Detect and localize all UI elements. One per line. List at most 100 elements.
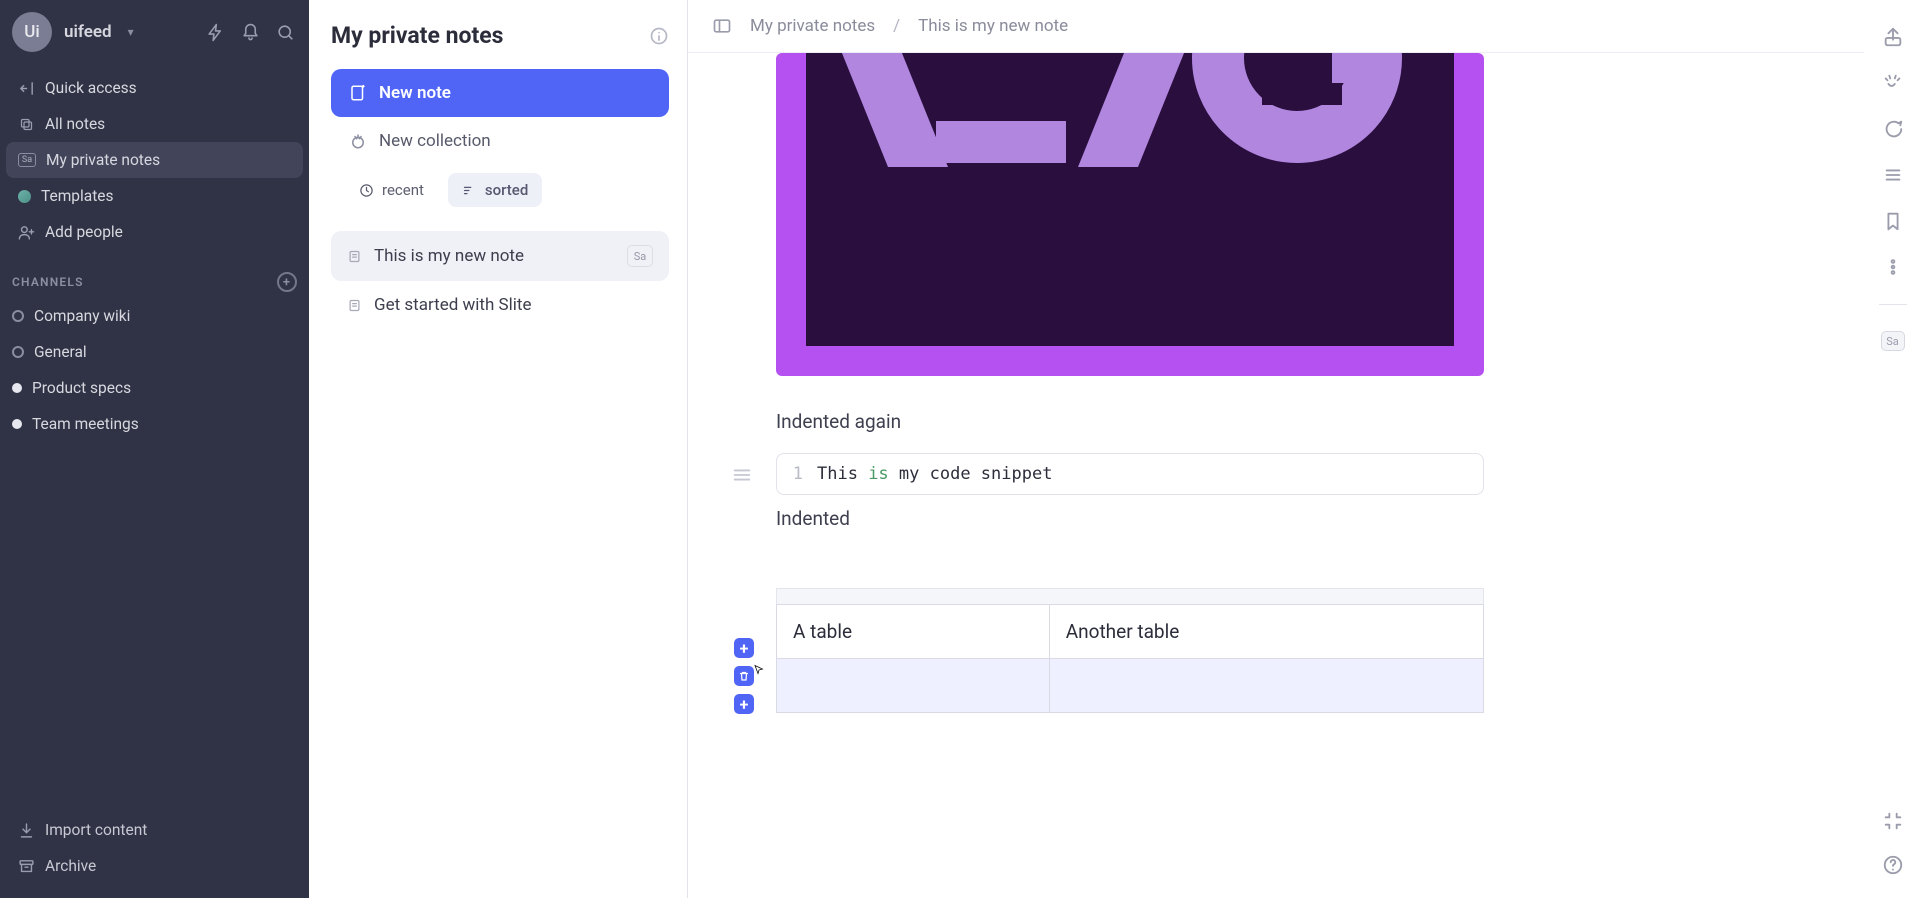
code-block[interactable]: 1 This is my code snippet bbox=[776, 453, 1484, 495]
private-notes-tag-icon: Sa bbox=[18, 153, 36, 167]
share-icon[interactable] bbox=[1882, 26, 1904, 48]
sidebar-channel[interactable]: Team meetings bbox=[0, 406, 309, 442]
code-line-number: 1 bbox=[791, 464, 803, 484]
add-channel-button[interactable]: + bbox=[277, 272, 297, 292]
sidebar-item-label: Import content bbox=[45, 821, 147, 839]
channel-label: Product specs bbox=[32, 379, 131, 397]
sidebar-item-label: Archive bbox=[45, 857, 96, 875]
breadcrumb-leaf[interactable]: This is my new note bbox=[918, 16, 1068, 36]
workspace-avatar[interactable]: Ui bbox=[12, 12, 52, 52]
table-row-controls: + + bbox=[734, 638, 754, 714]
editor-area: My private notes / This is my new note I… bbox=[688, 0, 1920, 898]
new-collection-button[interactable]: New collection bbox=[331, 117, 669, 167]
notes-list-panel: My private notes New note New collection… bbox=[309, 0, 688, 898]
sidebar-footer: Import content Archive bbox=[0, 808, 309, 898]
table-column-handle[interactable] bbox=[776, 588, 1484, 604]
sidebar-item-all-notes[interactable]: All notes bbox=[6, 106, 303, 142]
wave-icon[interactable] bbox=[1882, 72, 1904, 94]
sidebar-section-channels: CHANNELS + bbox=[0, 254, 309, 298]
breadcrumb: My private notes / This is my new note bbox=[688, 0, 1864, 53]
paragraph-indented[interactable]: Indented bbox=[776, 507, 1484, 530]
channel-label: Company wiki bbox=[34, 307, 130, 325]
note-row[interactable]: This is my new note Sa bbox=[331, 231, 669, 281]
workspace-sidebar: Ui uifeed ▾ Quick access All notes Sa My… bbox=[0, 0, 309, 898]
editor-body[interactable]: Indented again 1 This is my code snippet… bbox=[776, 53, 1484, 713]
note-icon bbox=[347, 249, 362, 264]
filter-label: sorted bbox=[485, 181, 528, 199]
sidebar-channel[interactable]: Company wiki bbox=[0, 298, 309, 334]
keyboard-shortcut-icon[interactable] bbox=[1882, 810, 1904, 832]
new-note-button[interactable]: New note bbox=[331, 69, 669, 117]
new-note-icon bbox=[349, 84, 367, 102]
table-cell[interactable]: Another table bbox=[1049, 605, 1483, 659]
sidebar-item-label: Templates bbox=[41, 187, 114, 205]
sidebar-item-quick-access[interactable]: Quick access bbox=[6, 70, 303, 106]
notes-list-title: My private notes bbox=[331, 22, 503, 49]
new-note-label: New note bbox=[379, 83, 451, 103]
sidebar-channel[interactable]: Product specs bbox=[0, 370, 309, 406]
filter-recent[interactable]: recent bbox=[345, 173, 438, 207]
download-icon bbox=[18, 822, 35, 839]
bell-icon[interactable] bbox=[241, 23, 260, 42]
note-row[interactable]: Get started with Slite bbox=[331, 281, 669, 329]
filter-sorted[interactable]: sorted bbox=[448, 173, 542, 207]
archive-icon bbox=[18, 858, 35, 875]
note-owner-tag: Sa bbox=[627, 245, 653, 267]
image-glyph-a bbox=[888, 53, 1138, 167]
channel-open-icon bbox=[12, 310, 24, 322]
image-block[interactable] bbox=[776, 53, 1484, 376]
quick-access-icon bbox=[18, 80, 35, 97]
sidebar-item-label: Add people bbox=[45, 223, 123, 241]
image-glyph-g bbox=[1198, 53, 1398, 167]
clock-icon bbox=[359, 183, 374, 198]
sidebar-item-private-notes[interactable]: Sa My private notes bbox=[6, 142, 303, 178]
note-title: Get started with Slite bbox=[374, 295, 532, 315]
workspace-name[interactable]: uifeed bbox=[64, 22, 112, 42]
paragraph-icon[interactable] bbox=[1882, 164, 1904, 186]
info-icon[interactable] bbox=[649, 26, 669, 46]
copy-icon bbox=[18, 117, 35, 132]
rail-separator bbox=[1879, 304, 1907, 305]
channel-label: General bbox=[34, 343, 87, 361]
table-cell[interactable] bbox=[1049, 659, 1483, 713]
table-delete-row-button[interactable] bbox=[734, 666, 754, 686]
panel-toggle-icon[interactable] bbox=[712, 16, 732, 36]
sidebar-item-import[interactable]: Import content bbox=[6, 812, 303, 848]
channel-unread-icon bbox=[12, 419, 22, 429]
sidebar-item-templates[interactable]: Templates bbox=[6, 178, 303, 214]
drag-handle-icon[interactable] bbox=[731, 464, 753, 486]
sidebar-item-label: My private notes bbox=[46, 151, 160, 169]
search-icon[interactable] bbox=[276, 23, 295, 42]
paragraph-indented-again[interactable]: Indented again bbox=[776, 410, 1484, 433]
mouse-cursor-icon bbox=[753, 664, 765, 676]
help-icon[interactable] bbox=[1882, 854, 1904, 876]
table-row[interactable]: A table Another table bbox=[777, 605, 1484, 659]
channel-label: Team meetings bbox=[32, 415, 139, 433]
table-row[interactable] bbox=[777, 659, 1484, 713]
comment-icon[interactable] bbox=[1882, 118, 1904, 140]
sidebar-section-label: CHANNELS bbox=[12, 275, 84, 289]
bolt-icon[interactable] bbox=[206, 23, 225, 42]
templates-icon bbox=[18, 190, 31, 203]
new-collection-label: New collection bbox=[379, 131, 491, 151]
notes-filter-bar: recent sorted bbox=[345, 173, 669, 207]
code-text[interactable]: This is my code snippet bbox=[817, 464, 1052, 484]
presence-user-tag[interactable]: Sa bbox=[1881, 331, 1905, 351]
editor-table[interactable]: A table Another table bbox=[776, 604, 1484, 713]
sidebar-item-add-people[interactable]: Add people bbox=[6, 214, 303, 250]
table-block[interactable]: + + A table Another table bbox=[776, 588, 1484, 713]
table-cell[interactable] bbox=[777, 659, 1050, 713]
sidebar-primary-nav: Quick access All notes Sa My private not… bbox=[0, 66, 309, 254]
table-insert-row-above-button[interactable]: + bbox=[734, 638, 754, 658]
more-vertical-icon[interactable] bbox=[1882, 256, 1904, 278]
sidebar-item-archive[interactable]: Archive bbox=[6, 848, 303, 884]
sidebar-channel[interactable]: General bbox=[0, 334, 309, 370]
breadcrumb-root[interactable]: My private notes bbox=[750, 16, 875, 36]
chevron-down-icon[interactable]: ▾ bbox=[128, 25, 134, 39]
sidebar-channels-list: Company wiki General Product specs Team … bbox=[0, 298, 309, 442]
bookmark-icon[interactable] bbox=[1882, 210, 1904, 232]
table-insert-row-below-button[interactable]: + bbox=[734, 694, 754, 714]
note-icon bbox=[347, 298, 362, 313]
table-cell[interactable]: A table bbox=[777, 605, 1050, 659]
editor-scroll[interactable]: Indented again 1 This is my code snippet… bbox=[688, 53, 1864, 898]
